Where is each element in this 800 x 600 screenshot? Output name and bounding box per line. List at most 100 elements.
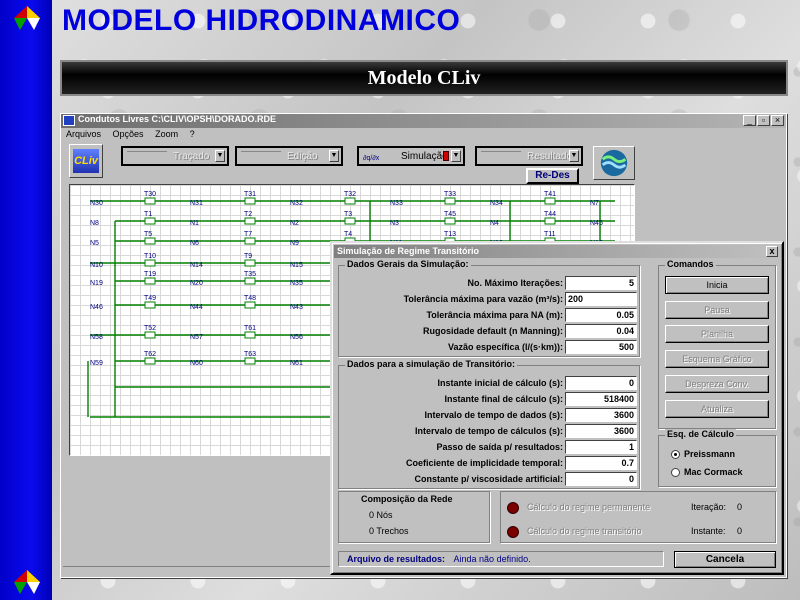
reach-label[interactable]: T35 [244,271,256,278]
node-label[interactable]: N8 [90,220,99,227]
reach-label[interactable]: T31 [244,191,256,198]
reach-label[interactable]: T63 [244,351,256,358]
node-label[interactable]: N4 [490,220,499,227]
reach-marker[interactable] [244,331,256,339]
max-iterations-input[interactable]: 5 [565,276,637,290]
reach-marker[interactable] [544,197,556,205]
node-label[interactable]: N19 [90,280,103,287]
node-label[interactable]: N32 [290,200,303,207]
menu-opcoes[interactable]: Opções [113,129,144,139]
toolbar-edicao[interactable]: Edição ▼ [235,146,343,166]
reach-label[interactable]: T1 [144,211,152,218]
reach-marker[interactable] [444,217,456,225]
node-label[interactable]: N6 [190,240,199,247]
roughness-input[interactable]: 0.04 [565,324,637,338]
chevron-down-icon[interactable]: ▼ [569,150,579,162]
chevron-down-icon[interactable]: ▼ [329,150,339,162]
reach-marker[interactable] [544,217,556,225]
reach-label[interactable]: T13 [444,231,456,238]
reach-marker[interactable] [244,301,256,309]
node-label[interactable]: N10 [90,262,103,269]
node-label[interactable]: N58 [90,334,103,341]
menu-arquivos[interactable]: Arquivos [66,129,101,139]
reach-label[interactable]: T5 [144,231,152,238]
reach-label[interactable]: T44 [544,211,556,218]
node-label[interactable]: N33 [390,200,403,207]
node-label[interactable]: N30 [90,200,103,207]
node-label[interactable]: N57 [190,334,203,341]
initial-instant-input[interactable]: 0 [565,376,637,390]
cancela-button[interactable]: Cancela [674,551,776,568]
despreza-conv-button[interactable]: Despreza Conv. [665,375,769,393]
minimize-icon[interactable]: _ [743,115,756,126]
node-label[interactable]: N3 [390,220,399,227]
reach-marker[interactable] [144,197,156,205]
inicia-button[interactable]: Inicia [665,276,769,294]
water-wave-logo-icon[interactable] [593,146,635,180]
node-label[interactable]: N5 [90,240,99,247]
node-label[interactable]: N20 [190,280,203,287]
pausa-button[interactable]: Pausa [665,301,769,319]
reach-label[interactable]: T4 [344,231,352,238]
reach-label[interactable]: T7 [244,231,252,238]
reach-marker[interactable] [344,197,356,205]
redes-button[interactable]: Re-Des [526,168,579,184]
final-instant-input[interactable]: 518400 [565,392,637,406]
viscosity-input[interactable]: 0 [565,472,637,486]
na-tolerance-input[interactable]: 0.05 [565,308,637,322]
toolbar-resultados[interactable]: Resultados ▼ [475,146,583,166]
mac-cormack-radio[interactable]: Mac Cormack [671,466,743,478]
reach-marker[interactable] [244,237,256,245]
reach-label[interactable]: T52 [144,325,156,332]
node-label[interactable]: N9 [290,240,299,247]
close-icon[interactable]: × [771,115,784,126]
node-label[interactable]: N7 [590,200,599,207]
node-label[interactable]: N2 [290,220,299,227]
reach-marker[interactable] [144,237,156,245]
preissmann-radio[interactable]: Preissmann [671,448,735,460]
reach-label[interactable]: T32 [344,191,356,198]
node-label[interactable]: N60 [190,360,203,367]
toolbar-tracado[interactable]: Traçado ▼ [121,146,229,166]
calc-interval-input[interactable]: 3600 [565,424,637,438]
reach-label[interactable]: T2 [244,211,252,218]
reach-marker[interactable] [144,259,156,267]
reach-label[interactable]: T19 [144,271,156,278]
atualiza-button[interactable]: Atualiza [665,400,769,418]
reach-marker[interactable] [144,331,156,339]
reach-label[interactable]: T11 [544,231,556,238]
implicit-coef-input[interactable]: 0.7 [565,456,637,470]
output-step-input[interactable]: 1 [565,440,637,454]
cliv-logo-button[interactable]: CLiv [69,144,103,178]
reach-label[interactable]: T9 [244,253,252,260]
flow-tolerance-input[interactable]: 200 [565,292,637,306]
reach-marker[interactable] [344,217,356,225]
data-interval-input[interactable]: 3600 [565,408,637,422]
reach-label[interactable]: T49 [144,295,156,302]
planilha-button[interactable]: Planilha [665,325,769,343]
toolbar-simulacao[interactable]: ∂q/∂x Simulação ▼ [357,146,465,166]
reach-label[interactable]: T45 [444,211,456,218]
specific-flow-input[interactable]: 500 [565,340,637,354]
reach-marker[interactable] [144,301,156,309]
reach-label[interactable]: T48 [244,295,256,302]
reach-label[interactable]: T33 [444,191,456,198]
node-label[interactable]: N31 [190,200,203,207]
node-label[interactable]: N59 [90,360,103,367]
reach-label[interactable]: T30 [144,191,156,198]
chevron-down-icon[interactable]: ▼ [451,150,461,162]
reach-marker[interactable] [244,197,256,205]
close-icon[interactable]: x [766,246,778,257]
reach-label[interactable]: T3 [344,211,352,218]
node-label[interactable]: N45 [590,220,603,227]
reach-label[interactable]: T62 [144,351,156,358]
menu-help[interactable]: ? [190,129,195,139]
reach-label[interactable]: T41 [544,191,556,198]
node-label[interactable]: N44 [190,304,203,311]
reach-label[interactable]: T61 [244,325,256,332]
node-label[interactable]: N15 [290,262,303,269]
menu-zoom[interactable]: Zoom [155,129,178,139]
reach-marker[interactable] [144,277,156,285]
reach-marker[interactable] [244,357,256,365]
node-label[interactable]: N46 [90,304,103,311]
